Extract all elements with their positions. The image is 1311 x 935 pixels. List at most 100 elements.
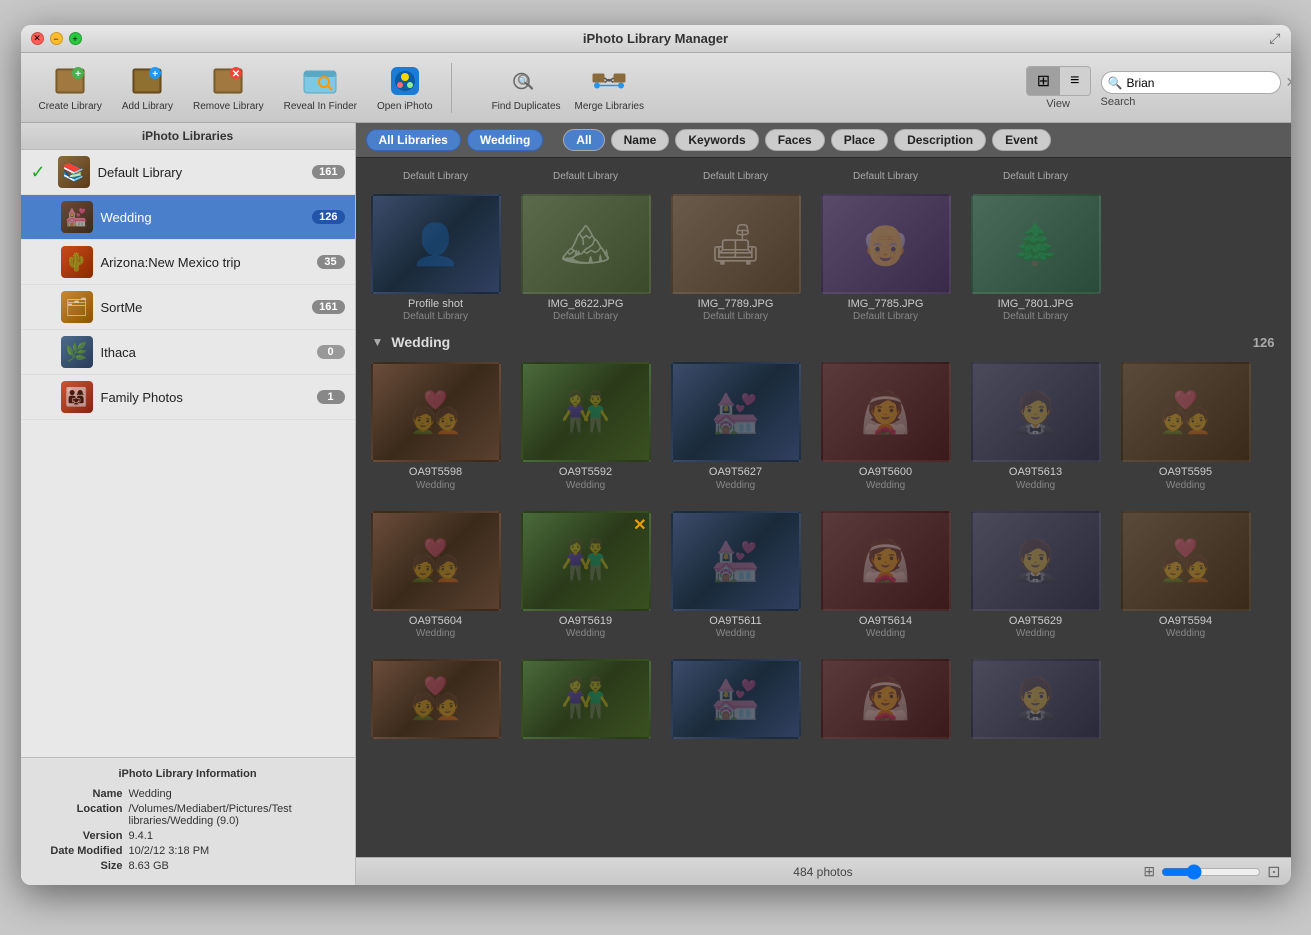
default-library-name: Default Library [98, 165, 313, 180]
photo-oa9t5594[interactable]: 💑 OA9T5594 Wedding [1116, 511, 1256, 639]
wedding-name: Wedding [101, 210, 313, 225]
default-library-count: 161 [312, 165, 344, 179]
photo-w3-5[interactable]: 🤵 [966, 659, 1106, 739]
photo-img8622[interactable]: 🏔 IMG_8622.JPG Default Library [516, 194, 656, 322]
library-info: iPhoto Library Information Name Wedding … [21, 757, 355, 885]
photo-oa9t5613[interactable]: 🤵 OA9T5613 Wedding [966, 362, 1106, 490]
info-version-value: 9.4.1 [129, 830, 343, 842]
photo-profile-shot[interactable]: 👤 Profile shot Default Library [366, 194, 506, 322]
reveal-in-finder-button[interactable]: Reveal In Finder [276, 59, 365, 116]
search-box[interactable]: 🔍 Brian ✕ [1101, 71, 1281, 94]
expand-icon[interactable]: ⤢ [1269, 30, 1280, 47]
sidebar-item-arizona[interactable]: 🌵 Arizona:New Mexico trip 35 [21, 240, 355, 285]
info-name-value: Wedding [129, 788, 343, 800]
oa9t5592-name: OA9T5592 [559, 465, 612, 479]
add-library-label: Add Library [122, 101, 173, 112]
photo-oa9t5604[interactable]: 💑 OA9T5604 Wedding [366, 511, 506, 639]
w3-1-thumb: 💑 [371, 659, 501, 739]
size-slider[interactable] [1161, 864, 1261, 880]
sidebar-item-default-library[interactable]: ✓ 📚 Default Library 161 [21, 150, 355, 195]
view-section: ⊞ ≡ View [1026, 66, 1091, 110]
photo-w3-4[interactable]: 👰 [816, 659, 956, 739]
family-photos-name: Family Photos [101, 390, 317, 405]
sidebar-item-ithaca[interactable]: 🌿 Ithaca 0 [21, 330, 355, 375]
oa9t5600-source: Wedding [866, 480, 905, 491]
filter-name[interactable]: Name [611, 129, 670, 151]
photo-oa9t5627[interactable]: 💒 OA9T5627 Wedding [666, 362, 806, 490]
photo-img7789[interactable]: 🛋 IMG_7789.JPG Default Library [666, 194, 806, 322]
filter-event[interactable]: Event [992, 129, 1051, 151]
remove-library-button[interactable]: ✕ Remove Library [185, 59, 272, 116]
photo-img7785[interactable]: 👴 IMG_7785.JPG Default Library [816, 194, 956, 322]
filter-all-libraries[interactable]: All Libraries [366, 129, 461, 151]
filter-keywords[interactable]: Keywords [675, 129, 758, 151]
create-library-label: Create Library [39, 101, 102, 112]
titlebar-buttons: ✕ − + [31, 32, 82, 45]
w3-4-thumb: 👰 [821, 659, 951, 739]
photo-oa9t5614[interactable]: 👰 OA9T5614 Wedding [816, 511, 956, 639]
oa9t5613-source: Wedding [1016, 480, 1055, 491]
sidebar-item-sortme[interactable]: 🗂 SortMe 161 [21, 285, 355, 330]
minimize-button[interactable]: − [50, 32, 63, 45]
grid-view-button[interactable]: ⊞ [1027, 67, 1060, 95]
open-iphoto-button[interactable]: Open iPhoto [369, 59, 441, 116]
photo-w3-1[interactable]: 💑 [366, 659, 506, 739]
oa9t5627-name: OA9T5627 [709, 465, 762, 479]
arizona-name: Arizona:New Mexico trip [101, 255, 317, 270]
info-version-row: Version 9.4.1 [33, 830, 343, 842]
oa9t5614-thumb: 👰 [821, 511, 951, 611]
fullscreen-icon[interactable]: ⊡ [1267, 862, 1280, 882]
wedding-row-2: 💑 OA9T5604 Wedding 👫 ✕ OA9T5619 Wedding [366, 511, 1281, 639]
create-library-icon: + [52, 63, 88, 99]
sortme-name: SortMe [101, 300, 313, 315]
svg-text:+: + [75, 69, 81, 80]
family-photos-count: 1 [317, 390, 345, 404]
filter-wedding[interactable]: Wedding [467, 129, 543, 151]
find-duplicates-button[interactable]: 🔍 Find Duplicates [492, 63, 561, 112]
list-view-button[interactable]: ≡ [1060, 67, 1089, 95]
photo-img7801[interactable]: 🌲 IMG_7801.JPG Default Library [966, 194, 1106, 322]
search-clear-icon[interactable]: ✕ [1285, 74, 1290, 91]
x-badge-icon: ✕ [633, 515, 646, 535]
info-name-row: Name Wedding [33, 788, 343, 800]
maximize-button[interactable]: + [69, 32, 82, 45]
img7785-name: IMG_7785.JPG [848, 297, 924, 311]
photo-oa9t5619[interactable]: 👫 ✕ OA9T5619 Wedding [516, 511, 656, 639]
photo-oa9t5598[interactable]: 💑 OA9T5598 Wedding [366, 362, 506, 490]
w3-5-thumb: 🤵 [971, 659, 1101, 739]
sidebar-item-family-photos[interactable]: 👨‍👩‍👧 Family Photos 1 [21, 375, 355, 420]
oa9t5611-thumb: 💒 [671, 511, 801, 611]
oa9t5604-name: OA9T5604 [409, 614, 462, 628]
oa9t5611-source: Wedding [716, 628, 755, 639]
oa9t5600-thumb: 👰 [821, 362, 951, 462]
oa9t5611-name: OA9T5611 [709, 614, 761, 628]
add-library-button[interactable]: + Add Library [114, 59, 181, 116]
filter-all[interactable]: All [563, 129, 604, 151]
img8622-source: Default Library [553, 311, 618, 322]
search-input[interactable]: Brian [1126, 76, 1281, 90]
sidebar-item-wedding[interactable]: 💒 Wedding 126 [21, 195, 355, 240]
create-library-button[interactable]: + Create Library [31, 59, 110, 116]
filter-faces[interactable]: Faces [765, 129, 825, 151]
filter-description[interactable]: Description [894, 129, 986, 151]
photo-oa9t5592[interactable]: 👫 OA9T5592 Wedding [516, 362, 656, 490]
photo-w3-3[interactable]: 💒 [666, 659, 806, 739]
library-info-title: iPhoto Library Information [33, 768, 343, 780]
photo-oa9t5595[interactable]: 💑 OA9T5595 Wedding [1116, 362, 1256, 490]
photo-oa9t5600[interactable]: 👰 OA9T5600 Wedding [816, 362, 956, 490]
default-library-row: Default Library Default Library Default … [366, 166, 1281, 322]
filter-place[interactable]: Place [831, 129, 888, 151]
info-size-label: Size [33, 860, 123, 872]
find-duplicates-icon: 🔍 [508, 63, 544, 99]
merge-libraries-button[interactable]: Merge Libraries [575, 63, 644, 112]
close-button[interactable]: ✕ [31, 32, 44, 45]
dl-label-2: Default Library [553, 171, 618, 182]
photo-w3-2[interactable]: 👫 [516, 659, 656, 739]
wedding-count: 126 [312, 210, 344, 224]
photo-oa9t5629[interactable]: 🤵 OA9T5629 Wedding [966, 511, 1106, 639]
img7801-thumb: 🌲 [971, 194, 1101, 294]
img7789-source: Default Library [703, 311, 768, 322]
photo-oa9t5611[interactable]: 💒 OA9T5611 Wedding [666, 511, 806, 639]
photo-count: 484 photos [793, 865, 852, 879]
wedding-row-3: 💑 👫 💒 👰 [366, 659, 1281, 739]
